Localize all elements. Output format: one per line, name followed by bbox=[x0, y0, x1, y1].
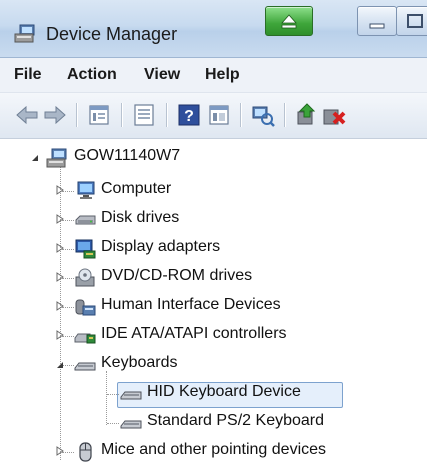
computer-icon bbox=[77, 181, 95, 199]
tree-root-row[interactable]: GOW11140W7 bbox=[0, 144, 427, 172]
collapsed-arrow-icon[interactable] bbox=[55, 185, 65, 195]
toolbar-separator bbox=[76, 103, 77, 127]
tree-item-mice[interactable]: Mice and other pointing devices bbox=[0, 438, 427, 466]
tree-item-disk-drives[interactable]: Disk drives bbox=[0, 206, 427, 234]
device-manager-window: Device Manager File Action View Help ? G… bbox=[0, 0, 427, 468]
tree-item-label: DVD/CD-ROM drives bbox=[101, 267, 253, 284]
keyboard-icon bbox=[120, 420, 142, 429]
collapsed-arrow-icon[interactable] bbox=[55, 301, 65, 311]
tree-root-label: GOW11140W7 bbox=[74, 147, 181, 164]
tree-item-label: Computer bbox=[101, 180, 172, 197]
title-bar[interactable]: Device Manager bbox=[0, 0, 427, 58]
tree-item-label: Human Interface Devices bbox=[101, 296, 281, 313]
toolbar-separator bbox=[166, 103, 167, 127]
tree-item-computer[interactable]: Computer bbox=[0, 177, 427, 205]
tree-item-label: IDE ATA/ATAPI controllers bbox=[101, 325, 287, 342]
menu-help[interactable]: Help bbox=[205, 66, 240, 84]
tree-item-label: Keyboards bbox=[101, 354, 178, 371]
tree-item-keyboards[interactable]: Keyboards bbox=[0, 351, 427, 379]
tree-item-label: Display adapters bbox=[101, 238, 221, 255]
tree-item-standard-ps2-keyboard[interactable]: Standard PS/2 Keyboard bbox=[0, 409, 427, 437]
forward-arrow-icon[interactable] bbox=[42, 102, 68, 128]
eject-icon bbox=[281, 14, 297, 29]
uninstall-icon[interactable] bbox=[322, 102, 348, 128]
menu-file[interactable]: File bbox=[14, 66, 42, 84]
help-icon[interactable]: ? bbox=[176, 102, 202, 128]
tree-item-label: Mice and other pointing devices bbox=[101, 441, 327, 458]
scan-hardware-icon[interactable] bbox=[250, 102, 276, 128]
disk-drive-icon bbox=[75, 215, 96, 225]
toolbar: ? bbox=[0, 93, 427, 139]
tree-item-hid-keyboard-device[interactable]: HID Keyboard Device bbox=[0, 380, 427, 408]
maximize-icon bbox=[407, 14, 423, 28]
tree-item-label: Disk drives bbox=[101, 209, 180, 226]
menu-view[interactable]: View bbox=[144, 66, 180, 84]
device-tree: GOW11140W7 Computer Disk drives Display … bbox=[0, 139, 427, 468]
tree-item-label: HID Keyboard Device bbox=[147, 383, 301, 400]
tree-item-label: Standard PS/2 Keyboard bbox=[147, 412, 325, 429]
eject-button[interactable] bbox=[265, 6, 313, 36]
tree-connector bbox=[107, 394, 119, 395]
display-adapter-icon bbox=[75, 239, 96, 259]
tree-item-display-adapters[interactable]: Display adapters bbox=[0, 235, 427, 263]
menu-action[interactable]: Action bbox=[67, 66, 117, 84]
ide-controller-icon bbox=[74, 333, 96, 344]
back-arrow-icon[interactable] bbox=[14, 102, 40, 128]
window-title: Device Manager bbox=[46, 24, 178, 44]
minimize-icon bbox=[369, 23, 385, 29]
computer-root-icon bbox=[46, 148, 67, 168]
maximize-button[interactable] bbox=[396, 6, 427, 36]
toolbar-separator bbox=[121, 103, 122, 127]
toolbar-separator bbox=[240, 103, 241, 127]
expanded-arrow-icon[interactable] bbox=[55, 360, 65, 370]
menu-bar: File Action View Help bbox=[0, 58, 427, 93]
mouse-icon bbox=[79, 442, 92, 462]
show-hide-console-tree-icon[interactable] bbox=[131, 102, 157, 128]
hid-icon bbox=[75, 299, 96, 316]
svg-text:?: ? bbox=[184, 108, 194, 125]
tree-item-ide-controllers[interactable]: IDE ATA/ATAPI controllers bbox=[0, 322, 427, 350]
properties-icon[interactable] bbox=[86, 102, 112, 128]
tree-item-human-interface-devices[interactable]: Human Interface Devices bbox=[0, 293, 427, 321]
expanded-arrow-icon[interactable] bbox=[30, 153, 40, 163]
dvd-drive-icon bbox=[75, 268, 95, 287]
collapsed-arrow-icon[interactable] bbox=[55, 330, 65, 340]
collapsed-arrow-icon[interactable] bbox=[55, 243, 65, 253]
tree-item-dvd-drives[interactable]: DVD/CD-ROM drives bbox=[0, 264, 427, 292]
toolbar-separator bbox=[284, 103, 285, 127]
keyboard-icon bbox=[120, 391, 142, 400]
keyboard-icon bbox=[74, 362, 96, 371]
collapsed-arrow-icon[interactable] bbox=[55, 446, 65, 456]
update-driver-icon[interactable] bbox=[294, 102, 320, 128]
device-manager-icon bbox=[14, 24, 35, 43]
minimize-button[interactable] bbox=[357, 6, 397, 36]
collapsed-arrow-icon[interactable] bbox=[55, 214, 65, 224]
collapsed-arrow-icon[interactable] bbox=[55, 272, 65, 282]
view-icon[interactable] bbox=[206, 102, 232, 128]
tree-connector bbox=[107, 423, 119, 424]
